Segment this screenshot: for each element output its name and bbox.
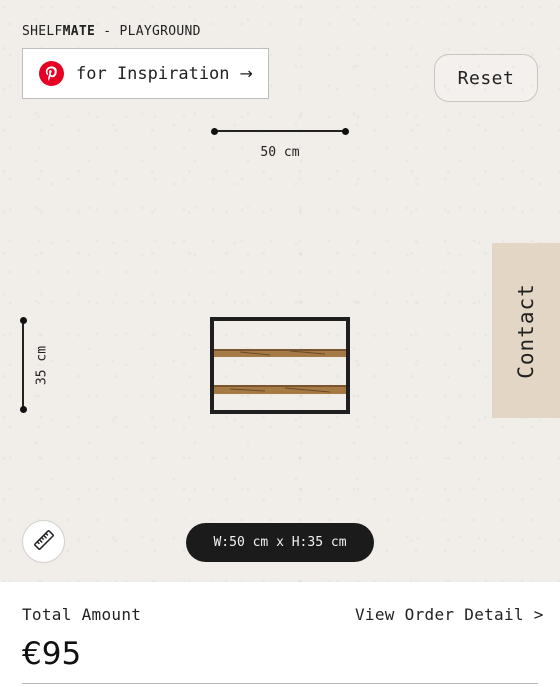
size-readout: W:50 cm x H:35 cm [186,523,374,562]
contact-tab[interactable]: Contact [492,243,560,418]
shelf-preview[interactable] [210,317,350,414]
bottom-divider [22,683,538,684]
height-dimension-line [19,317,27,413]
total-price: €95 [22,636,82,672]
contact-label: Contact [514,282,539,379]
total-amount-label: Total Amount [22,605,142,624]
shelf-frame [210,317,350,414]
height-dimension-label: 35 cm [34,345,50,386]
reset-button[interactable]: Reset [434,54,538,102]
arrow-right-icon: → [239,64,253,83]
pinterest-icon [39,61,64,86]
view-order-detail-link[interactable]: View Order Detail > [355,605,544,624]
width-dimension-label: 50 cm [260,145,300,160]
ruler-toggle-button[interactable] [22,520,65,563]
pinterest-inspiration-button[interactable]: for Inspiration → [22,48,269,99]
ruler-icon [32,528,56,556]
width-dimension-line [211,127,349,135]
pinterest-button-label: for Inspiration [76,63,230,84]
brand-title: SHELFMATE - PLAYGROUND [22,24,201,39]
